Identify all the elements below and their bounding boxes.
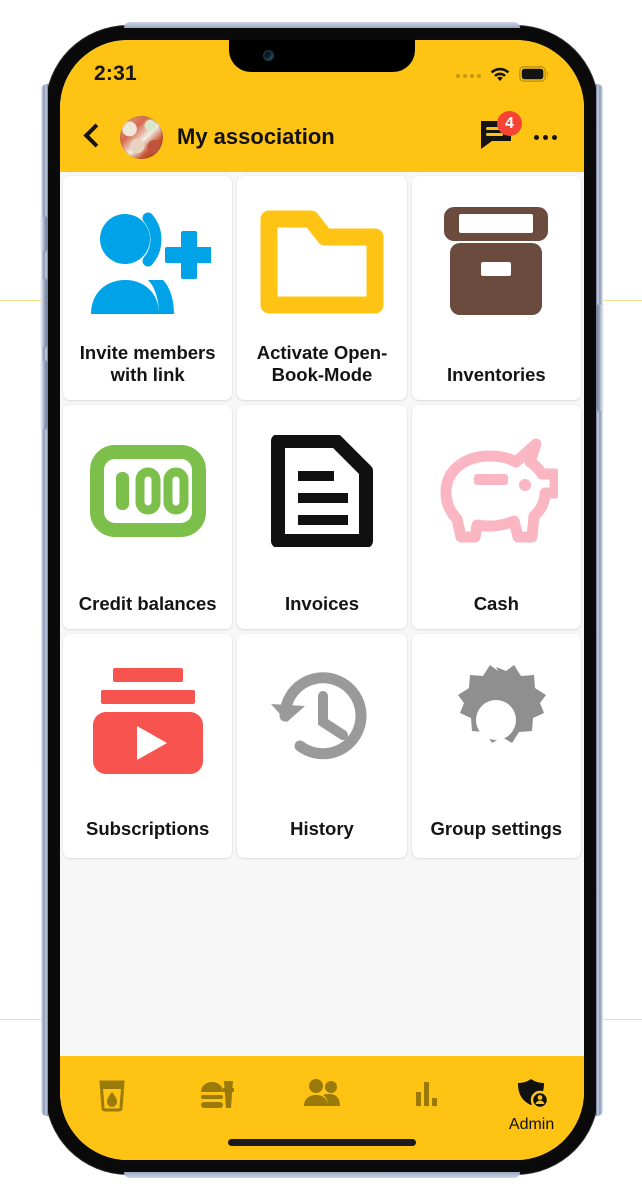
tile-invite-members[interactable]: Invite members with link (63, 176, 233, 400)
banknote-100-icon (89, 421, 206, 561)
open-folder-icon (260, 192, 384, 332)
volume-up-button[interactable] (41, 278, 47, 348)
signal-dots-icon (456, 74, 481, 78)
tile-inventories[interactable]: Inventories (411, 176, 581, 400)
gear-icon (438, 650, 554, 790)
more-options-button[interactable] (528, 120, 562, 154)
guide-line-bottom-right (598, 1019, 642, 1020)
front-camera-icon (263, 50, 274, 61)
people-icon (303, 1078, 341, 1113)
screenshot-canvas: 2:31 My association 4 Invite members wit… (0, 0, 642, 1200)
battery-full-icon (519, 65, 550, 87)
tile-label: Credit balances (78, 592, 217, 614)
more-dot (551, 134, 557, 140)
document-lines-icon (270, 421, 374, 561)
tile-label: Subscriptions (85, 817, 210, 839)
nav-item-statistics[interactable] (374, 1078, 479, 1114)
more-dot (542, 134, 548, 140)
more-dot (533, 134, 539, 140)
status-clock: 2:31 (94, 62, 137, 85)
admin-action-grid: Invite members with link Activate Open-B… (60, 172, 584, 862)
nav-item-food[interactable] (165, 1078, 270, 1118)
back-button[interactable] (78, 120, 108, 154)
nav-label-admin: Admin (508, 1116, 555, 1133)
person-add-icon (85, 192, 211, 332)
nav-item-admin[interactable]: Admin (479, 1078, 584, 1134)
mute-switch-button[interactable] (41, 216, 47, 252)
tile-group-settings[interactable]: Group settings (411, 634, 581, 858)
nav-item-members[interactable] (270, 1078, 375, 1114)
volume-down-button[interactable] (41, 360, 47, 430)
history-clock-icon (263, 650, 381, 790)
phone-screen: 2:31 My association 4 Invite members wit… (60, 40, 584, 1160)
piggy-bank-icon (434, 421, 559, 561)
admin-shield-icon (515, 1078, 549, 1115)
tile-label: Group settings (430, 817, 563, 839)
tile-label: History (290, 817, 354, 839)
tile-subscriptions[interactable]: Subscriptions (63, 634, 233, 858)
tile-history[interactable]: History (237, 634, 407, 858)
tile-invoices[interactable]: Invoices (237, 405, 407, 629)
tile-open-book-mode[interactable]: Activate Open-Book-Mode (237, 176, 407, 400)
app-bar: My association 4 (60, 102, 584, 172)
tile-credit-balances[interactable]: Credit balances (63, 405, 233, 629)
tile-label: Cash (473, 592, 519, 614)
bottom-navigation-bar: Admin (60, 1056, 584, 1160)
device-top-rail (124, 22, 520, 28)
chat-button[interactable]: 4 (478, 111, 522, 156)
storage-box-icon (440, 192, 552, 332)
drink-glass-icon (97, 1078, 127, 1117)
tile-label: Invoices (284, 592, 360, 614)
power-button[interactable] (597, 304, 603, 412)
tile-label: Invite members with link (79, 341, 216, 385)
chat-unread-badge: 4 (497, 111, 522, 136)
page-title: My association (177, 124, 335, 149)
fast-food-icon (199, 1078, 235, 1117)
status-bar: 2:31 (60, 40, 584, 102)
bar-chart-icon (414, 1078, 440, 1113)
tile-label: Inventories (446, 363, 546, 385)
tile-label: Activate Open-Book-Mode (256, 341, 388, 385)
subscriptions-play-icon (89, 650, 207, 790)
nav-item-drinks[interactable] (60, 1078, 165, 1118)
tile-cash[interactable]: Cash (411, 405, 581, 629)
device-notch (229, 40, 415, 72)
device-bottom-rail (124, 1172, 520, 1178)
device-right-rail (596, 84, 603, 1116)
status-indicators (456, 62, 550, 87)
phone-device-frame: 2:31 My association 4 Invite members wit… (41, 22, 603, 1178)
wifi-icon (489, 65, 511, 87)
avatar[interactable] (120, 115, 163, 159)
home-indicator[interactable] (228, 1139, 416, 1146)
